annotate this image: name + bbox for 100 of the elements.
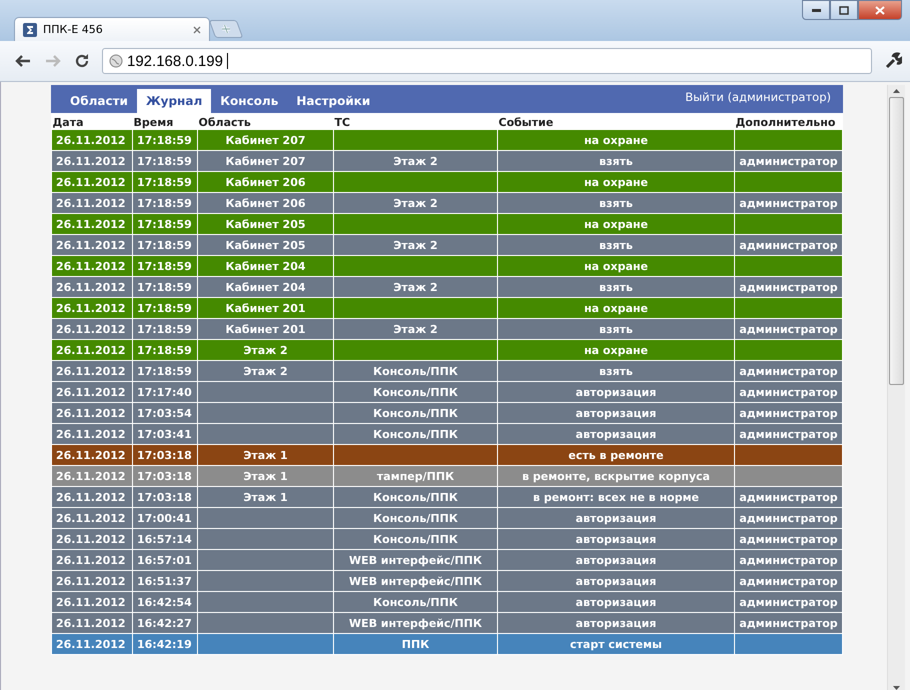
table-cell: администратор	[734, 382, 842, 402]
table-cell: 26.11.2012	[52, 466, 132, 486]
reload-icon[interactable]	[74, 53, 90, 69]
table-cell: авторизация	[498, 570, 734, 592]
minimize-icon	[812, 8, 820, 12]
table-cell: Этаж 1	[198, 466, 334, 486]
table-cell: Этаж 2	[198, 340, 334, 360]
table-cell: взять	[498, 276, 734, 298]
table-cell: Консоль/ППК	[334, 528, 498, 550]
table-cell: взять	[498, 150, 734, 172]
table-cell: авторизация	[498, 424, 734, 444]
table-cell: Кабинет 201	[198, 298, 334, 318]
table-cell: 16:42:27	[132, 612, 198, 634]
table-cell: 17:18:59	[132, 172, 198, 192]
table-cell: 26.11.2012	[52, 150, 132, 172]
column-header: Дата	[52, 114, 85, 130]
table-cell: Этаж 1	[198, 444, 334, 466]
back-icon[interactable]	[14, 54, 32, 68]
table-cell: 16:51:37	[132, 570, 198, 592]
table-cell: 17:00:41	[132, 508, 198, 528]
address-text: 192.168.0.199	[127, 52, 223, 70]
table-cell: 26.11.2012	[52, 298, 132, 318]
maximize-icon	[839, 6, 849, 14]
table-cell: Консоль/ППК	[334, 402, 498, 424]
table-cell: администратор	[734, 360, 842, 382]
table-cell: Этаж 2	[334, 276, 498, 298]
table-cell: ППК	[334, 634, 498, 654]
table-cell: Этаж 2	[334, 192, 498, 214]
table-cell: авторизация	[498, 402, 734, 424]
table-cell: 26.11.2012	[52, 172, 132, 192]
scroll-down-icon[interactable]	[893, 686, 900, 690]
table-cell: WEB интерфейс/ППК	[334, 550, 498, 570]
table-cell: администратор	[734, 570, 842, 592]
table-cell: WEB интерфейс/ППК	[334, 612, 498, 634]
close-button[interactable]	[858, 0, 902, 20]
table-cell: Кабинет 204	[198, 276, 334, 298]
table-cell: 26.11.2012	[52, 424, 132, 444]
nav-tab[interactable]: Области	[61, 89, 137, 113]
table-cell: администратор	[734, 486, 842, 508]
table-cell: 26.11.2012	[52, 360, 132, 382]
table-cell: 26.11.2012	[52, 550, 132, 570]
table-cell: взять	[498, 192, 734, 214]
table-cell: 17:18:59	[132, 130, 198, 150]
maximize-button[interactable]	[830, 0, 858, 20]
minimize-button[interactable]	[802, 0, 830, 20]
nav-tab[interactable]: Журнал	[136, 89, 212, 113]
table-cell: 26.11.2012	[52, 528, 132, 550]
nav-tab[interactable]: Настройки	[287, 89, 380, 113]
table-cell: взять	[498, 360, 734, 382]
scrollbar[interactable]	[887, 85, 905, 690]
table-cell: взять	[498, 318, 734, 340]
table-cell: 17:03:54	[132, 402, 198, 424]
browser-tab[interactable]: ППК-Е 456	[14, 17, 210, 41]
table-cell: 17:03:18	[132, 466, 198, 486]
close-icon[interactable]	[193, 26, 201, 34]
table-cell: авторизация	[498, 528, 734, 550]
table-cell: администратор	[734, 528, 842, 550]
plus-icon	[219, 24, 233, 34]
table-cell: администратор	[734, 508, 842, 528]
table-cell: 26.11.2012	[52, 340, 132, 360]
table-cell: взять	[498, 234, 734, 256]
table-cell: авторизация	[498, 592, 734, 612]
table-cell: 26.11.2012	[52, 612, 132, 634]
nav-tab[interactable]: Консоль	[211, 89, 288, 113]
table-cell: авторизация	[498, 382, 734, 402]
logout-link[interactable]: Выйти (администратор)	[685, 90, 831, 104]
table-cell: на охране	[498, 214, 734, 234]
scroll-thumb[interactable]	[889, 97, 904, 385]
wrench-icon[interactable]	[884, 52, 902, 70]
scroll-up-icon[interactable]	[893, 89, 900, 93]
table-cell: администратор	[734, 424, 842, 444]
table-cell: Кабинет 201	[198, 318, 334, 340]
table-cell: Этаж 2	[198, 360, 334, 382]
column-header: Время	[132, 114, 174, 130]
table-cell: Консоль/ППК	[334, 486, 498, 508]
table-cell: администратор	[734, 612, 842, 634]
table-cell: администратор	[734, 550, 842, 570]
table-cell: администратор	[734, 192, 842, 214]
table-cell: 17:18:59	[132, 256, 198, 276]
table-cell: Консоль/ППК	[334, 360, 498, 382]
table-cell: авторизация	[498, 550, 734, 570]
column-header: Область	[198, 114, 252, 130]
table-cell: в ремонт: всех не в норме	[498, 486, 734, 508]
table-cell: 16:57:01	[132, 550, 198, 570]
table-cell: 17:03:41	[132, 424, 198, 444]
table-cell: 17:03:18	[132, 444, 198, 466]
table-cell: Этаж 2	[334, 234, 498, 256]
table-cell: 17:18:59	[132, 150, 198, 172]
table-cell: 26.11.2012	[52, 382, 132, 402]
table-cell: 26.11.2012	[52, 214, 132, 234]
table-cell: 16:42:54	[132, 592, 198, 612]
table-cell: Кабинет 205	[198, 234, 334, 256]
table-cell: 17:18:59	[132, 214, 198, 234]
table-cell: 26.11.2012	[52, 234, 132, 256]
table-cell: 17:18:59	[132, 340, 198, 360]
table-cell: 26.11.2012	[52, 276, 132, 298]
address-bar[interactable]: 192.168.0.199	[102, 48, 872, 74]
close-icon	[875, 6, 885, 14]
sigma-icon	[23, 22, 37, 36]
table-cell: на охране	[498, 340, 734, 360]
